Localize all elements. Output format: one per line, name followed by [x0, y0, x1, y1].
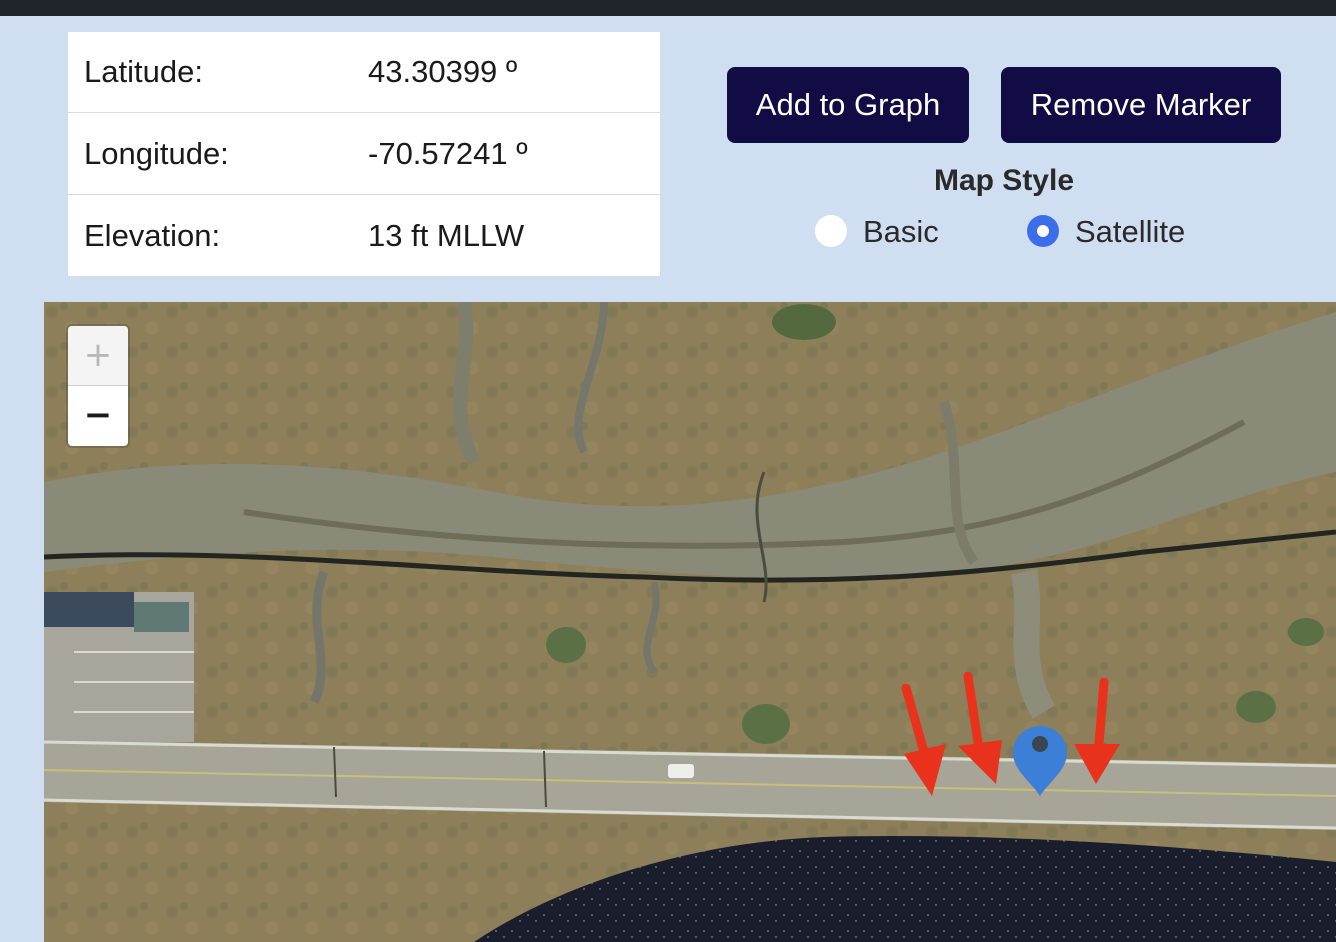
location-info-table: Latitude: 43.30399 º Longitude: -70.5724…	[68, 32, 660, 276]
elevation-row: Elevation: 13 ft MLLW	[68, 196, 660, 277]
longitude-value: -70.57241 º	[368, 136, 528, 171]
basic-radio-label[interactable]: Basic	[863, 212, 939, 252]
remove-marker-button[interactable]: Remove Marker	[1001, 67, 1281, 143]
satellite-radio-label[interactable]: Satellite	[1075, 212, 1185, 252]
map-style-satellite-option[interactable]: Satellite	[1027, 212, 1202, 252]
red-arrow-icon	[1074, 678, 1120, 784]
add-to-graph-button[interactable]: Add to Graph	[727, 67, 969, 143]
elevation-label: Elevation:	[84, 218, 221, 253]
satellite-radio-button[interactable]	[1027, 215, 1059, 247]
top-bar	[0, 0, 1336, 16]
latitude-row: Latitude: 43.30399 º	[68, 32, 660, 113]
basic-radio-button[interactable]	[815, 215, 847, 247]
longitude-label: Longitude:	[84, 136, 229, 171]
red-arrow-icon	[958, 672, 1002, 784]
latitude-value: 43.30399 º	[368, 54, 518, 89]
zoom-out-button[interactable]: −	[68, 386, 128, 445]
zoom-control: + −	[68, 326, 128, 446]
satellite-map[interactable]: + −	[44, 302, 1336, 942]
satellite-imagery	[44, 302, 1336, 942]
location-marker-icon[interactable]	[1011, 724, 1069, 798]
zoom-in-button[interactable]: +	[68, 326, 128, 386]
map-style-basic-option[interactable]: Basic	[815, 212, 955, 252]
longitude-row: Longitude: -70.57241 º	[68, 114, 660, 195]
latitude-label: Latitude:	[84, 54, 203, 89]
elevation-value: 13 ft MLLW	[368, 218, 525, 253]
radio-selected-dot	[1037, 225, 1049, 237]
map-style-title: Map Style	[933, 164, 1075, 197]
red-arrow-icon	[901, 684, 946, 796]
